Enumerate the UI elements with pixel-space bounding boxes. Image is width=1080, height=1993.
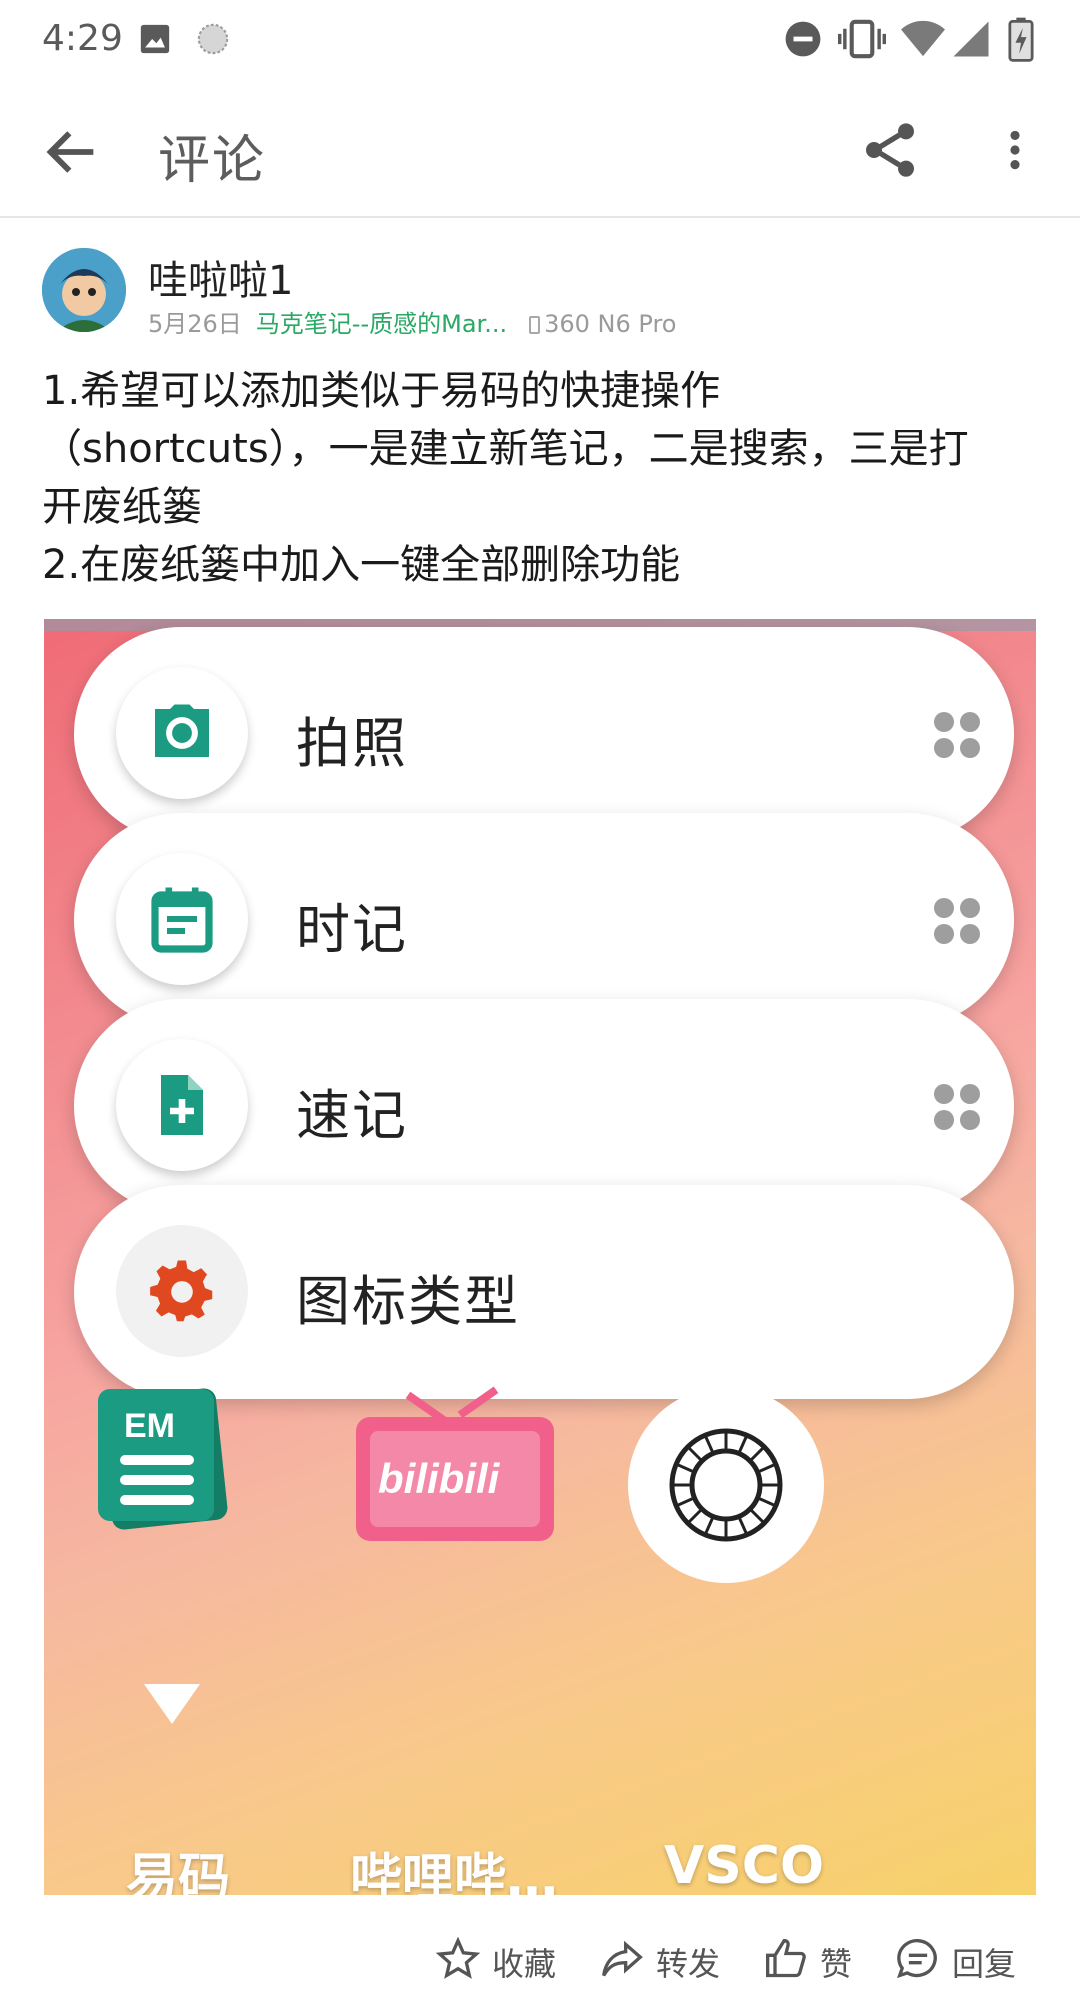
- status-bar: 4:29: [0, 0, 1080, 82]
- drag-handle-icon[interactable]: [934, 712, 982, 760]
- comment-line: 1.希望可以添加类似于易码的快捷操作: [42, 368, 721, 414]
- comment-line: （shortcuts），一是建立新笔记，二是搜索，三是打: [42, 426, 969, 472]
- image-icon: [140, 24, 170, 54]
- drag-handle-icon[interactable]: [934, 898, 982, 946]
- vibrate-icon: [838, 19, 886, 59]
- vsco-app-icon[interactable]: [628, 1387, 824, 1583]
- signal-icon: [953, 21, 989, 57]
- phone-icon: [529, 316, 541, 334]
- shortcut-label: 图标类型: [296, 1270, 520, 1333]
- battery-charging-icon: [1008, 17, 1034, 62]
- comment-meta: 5月26日 马克笔记--质感的Mar... 360 N6 Pro: [148, 304, 676, 339]
- shortcut-quicknote[interactable]: 速记: [74, 999, 1014, 1213]
- yima-logo-text: EM: [124, 1407, 175, 1445]
- avatar[interactable]: [42, 248, 126, 332]
- like-button[interactable]: 赞: [764, 1935, 854, 1985]
- yima-app-icon[interactable]: EM: [98, 1387, 229, 1531]
- more-vert-icon[interactable]: [990, 118, 1040, 182]
- shortcut-icon-circle: [116, 667, 248, 799]
- app-label: 哔哩哔…: [350, 1849, 559, 1895]
- shortcut-icon-circle: [116, 853, 248, 985]
- star-icon: [436, 1937, 480, 1979]
- app-label: VSCO: [664, 1836, 825, 1895]
- shortcut-camera[interactable]: 拍照: [74, 627, 1014, 841]
- vsco-logo-icon: [669, 1428, 783, 1542]
- comment-body: 1.希望可以添加类似于易码的快捷操作 （shortcuts），一是建立新笔记，二…: [42, 362, 1042, 594]
- comment-image[interactable]: 拍照 时记 速记 图标类型 EM bilibili 易码 哔哩哔… VSCO: [44, 619, 1036, 1895]
- thumbs-up-icon: [766, 1939, 806, 1978]
- sync-icon: [197, 23, 229, 55]
- share-icon[interactable]: [858, 118, 922, 182]
- comment-line: 开废纸篓: [42, 484, 202, 530]
- comment-line: 2.在废纸篓中加入一键全部删除功能: [42, 542, 681, 588]
- wifi-icon: [901, 20, 945, 57]
- shortcut-icon-circle: [116, 1039, 248, 1171]
- bilibili-app-icon[interactable]: bilibili: [356, 1386, 556, 1541]
- shortcut-timenote[interactable]: 时记: [74, 813, 1014, 1027]
- app-label: 易码: [126, 1849, 231, 1895]
- comment-date: 5月26日: [148, 310, 242, 338]
- status-time: 4:29: [42, 18, 123, 59]
- do-not-disturb-icon: [785, 21, 821, 57]
- username[interactable]: 哇啦啦1: [148, 248, 293, 306]
- device-name: 360 N6 Pro: [544, 310, 677, 338]
- camera-icon: [155, 704, 209, 757]
- like-label: 赞: [820, 1945, 853, 1983]
- shortcut-label: 时记: [296, 898, 408, 961]
- menu-pointer: [144, 1684, 200, 1724]
- reply-button[interactable]: 回复: [896, 1935, 1026, 1985]
- forward-label: 转发: [656, 1945, 721, 1983]
- device-info: 360 N6 Pro: [529, 310, 676, 338]
- forward-icon: [602, 1940, 643, 1977]
- settings-gear-icon: [150, 1260, 213, 1322]
- favorite-label: 收藏: [492, 1945, 557, 1983]
- forward-button[interactable]: 转发: [600, 1935, 720, 1985]
- arrow-back-icon[interactable]: [40, 120, 104, 184]
- calendar-note-icon: [151, 887, 213, 953]
- page-title: 评论: [158, 131, 267, 191]
- bilibili-logo-text: bilibili: [378, 1455, 500, 1502]
- drag-handle-icon[interactable]: [934, 1084, 982, 1132]
- favorite-button[interactable]: 收藏: [436, 1935, 556, 1985]
- source-app-link[interactable]: 马克笔记--质感的Mar...: [256, 310, 507, 338]
- action-bar: 收藏 转发 赞 回复: [0, 1925, 1080, 1993]
- add-document-icon: [161, 1075, 203, 1135]
- shortcut-icon-type[interactable]: 图标类型: [74, 1185, 1014, 1399]
- app-bar: 评论: [0, 82, 1080, 218]
- shortcut-icon-circle: [116, 1225, 248, 1357]
- shortcut-label: 速记: [296, 1084, 408, 1147]
- comment-icon: [896, 1939, 937, 1979]
- shortcut-label: 拍照: [296, 712, 408, 775]
- reply-label: 回复: [952, 1945, 1017, 1983]
